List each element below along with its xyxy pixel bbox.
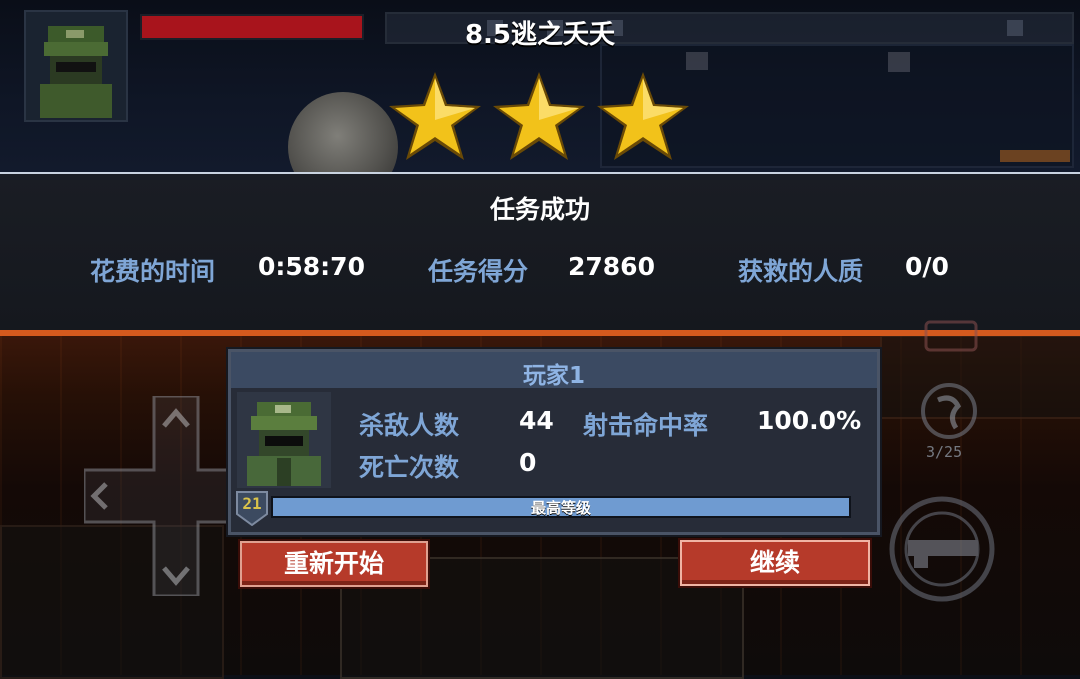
star-icon [597,72,689,160]
dpad-icon[interactable] [82,394,236,598]
avatar [237,392,331,488]
level-title: 8.5逃之夭夭 [464,20,616,50]
time-value: 0:58:70 [258,252,365,281]
deaths-value: 0 [519,448,537,477]
player-name: 玩家1 [522,363,585,389]
player-header: 玩家1 [231,352,877,389]
hostages-value: 0/0 [905,252,949,281]
rank-level: 21 [242,494,262,513]
restart-button[interactable]: 重新开始 [240,541,428,587]
score-label: 任务得分 [428,257,529,286]
continue-button[interactable]: 继续 [680,540,870,586]
soldier-avatar-icon [247,402,321,486]
deaths-label: 死亡次数 [359,453,460,482]
grenade-icon[interactable] [916,382,982,440]
result-banner: 任务成功 花费的时间 0:58:70 任务得分 27860 获救的人质 0/0 [0,172,1080,336]
player-stats-card: 玩家1 杀敌人数 44 射击命中率 100.0% 死亡次数 0 21 最高等级 [228,349,880,535]
accuracy-label: 射击命中率 [583,411,709,440]
xp-label: 最高等级 [530,499,591,517]
pause-icon[interactable] [922,318,980,354]
weapon-icon[interactable] [884,494,1000,604]
xp-bar: 最高等级 [271,496,851,518]
score-value: 27860 [568,252,655,281]
kills-label: 杀敌人数 [359,411,460,440]
accuracy-value: 100.0% [757,406,862,435]
star-icon [493,72,585,160]
time-label: 花费的时间 [90,257,216,286]
kills-value: 44 [519,406,554,435]
result-title: 任务成功 [489,195,590,224]
ammo-counter: 3/25 [926,443,963,461]
hostages-label: 获救的人质 [738,257,864,286]
star-icon [389,72,481,160]
star-rating [385,68,695,172]
